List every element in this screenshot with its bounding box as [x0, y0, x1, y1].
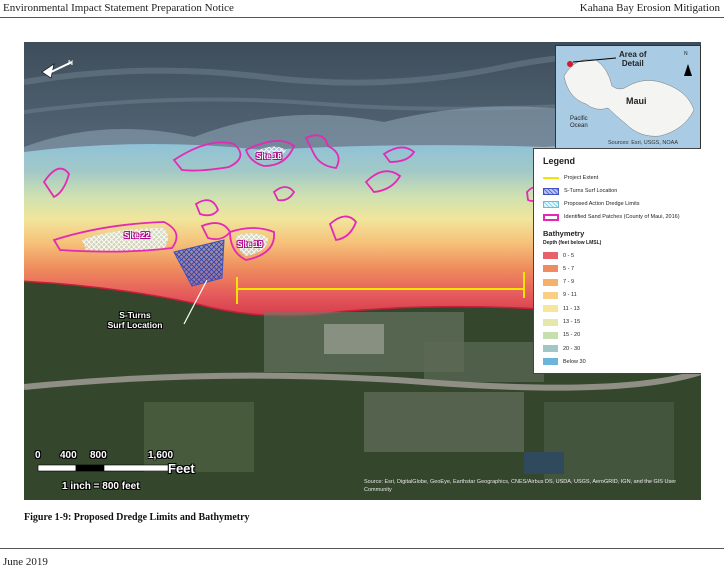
inset-ocean-label: Pacific Ocean — [570, 116, 588, 130]
depth-color-swatch — [543, 278, 558, 286]
depth-class-label: 7 - 9 — [563, 279, 575, 286]
figure-caption: Figure 1-9: Proposed Dredge Limits and B… — [24, 512, 250, 523]
depth-color-swatch — [543, 291, 558, 299]
depth-color-swatch — [543, 345, 558, 353]
legend-item-label: Project Extent — [564, 175, 599, 181]
legend-item-label: S-Turns Surf Location — [564, 188, 618, 194]
depth-class-label: 20 - 30 — [563, 345, 581, 352]
inset-island-label: Maui — [626, 96, 647, 106]
legend-item-dredge-limits: Proposed Action Dredge Limits — [543, 199, 698, 209]
scale-tick-400: 400 — [60, 450, 77, 461]
depth-color-swatch — [543, 331, 558, 339]
depth-class-label: 11 - 13 — [563, 305, 580, 312]
depth-class-label: 15 - 20 — [563, 332, 581, 339]
s-turns-callout: S-Turns Surf Location — [90, 310, 180, 330]
svg-text:N: N — [68, 60, 73, 67]
bathymetry-title: Bathymetry — [543, 229, 585, 238]
depth-class-row: 9 - 11 — [543, 291, 577, 300]
legend-panel: Legend Project Extent S-Turns Surf Locat… — [533, 148, 701, 374]
area-of-detail-line2: Detail — [621, 59, 644, 68]
sand-patches-swatch — [543, 213, 559, 221]
depth-class-row: Below 30 — [543, 357, 586, 366]
callout-line2: Surf Location — [107, 320, 163, 330]
scale-tick-0: 0 — [35, 450, 41, 461]
depth-color-swatch — [543, 252, 558, 259]
project-extent-swatch — [543, 177, 559, 179]
footer-rule — [0, 548, 724, 549]
depth-class-label: 13 - 15 — [563, 319, 581, 325]
legend-item-project-extent: Project Extent — [543, 173, 698, 183]
site-22-label: Site 22 — [124, 231, 150, 240]
map-credits: Source: Esri, DigitalGlobe, GeoEye, Eart… — [364, 479, 677, 493]
depth-class-row: 5 - 7 — [543, 264, 574, 273]
depth-color-swatch — [543, 318, 558, 326]
depth-class-row: 20 - 30 — [543, 344, 580, 353]
legend-item-label: Proposed Action Dredge Limits — [564, 201, 640, 207]
dredge-limits-swatch — [543, 200, 559, 208]
footer-date: June 2019 — [3, 556, 48, 568]
legend-item-sand-patches: Identified Sand Patches (County of Maui,… — [543, 212, 698, 222]
scale-tick-800: 800 — [90, 450, 107, 461]
area-of-detail-line1: Area of — [619, 50, 647, 59]
depth-class-label: 0 - 5 — [563, 252, 575, 259]
scale-ratio: 1 inch = 800 feet — [62, 481, 140, 492]
callout-line1: S-Turns — [119, 310, 151, 320]
scale-tick-1600: 1,600 — [148, 450, 174, 461]
depth-color-swatch — [543, 358, 558, 366]
header-rule — [0, 17, 724, 18]
scale-unit: Feet — [168, 461, 195, 476]
inset-ocean-line2: Ocean — [570, 123, 588, 129]
surf-location-swatch — [543, 187, 559, 195]
site-18-label: Site 18 — [256, 152, 282, 161]
inset-map: Area of Detail N Maui Pacific Ocean Sour… — [555, 45, 701, 151]
inset-north-label: N — [684, 51, 688, 57]
inset-ocean-line1: Pacific — [570, 116, 588, 122]
depth-class-label: 5 - 7 — [563, 265, 575, 272]
depth-color-swatch — [543, 265, 558, 273]
depth-class-label: Below 30 — [563, 358, 586, 365]
area-of-detail-label: Area of Detail — [619, 50, 647, 68]
site-19-label: Site 19 — [237, 240, 263, 249]
legend-item-label: Identified Sand Patches (County of Maui,… — [564, 214, 680, 220]
depth-class-row: 11 - 13 — [543, 304, 580, 313]
legend-title: Legend — [543, 156, 576, 166]
depth-class-row: 0 - 5 — [543, 251, 574, 260]
depth-class-row: 13 - 15 — [543, 318, 580, 327]
depth-class-row: 7 - 9 — [543, 278, 574, 287]
inset-sources: Sources: Esri, USGS, NOAA — [608, 140, 678, 146]
depth-class-label: 9 - 11 — [563, 292, 577, 299]
header-title: Environmental Impact Statement Preparati… — [3, 2, 234, 14]
legend-item-surf-location: S-Turns Surf Location — [543, 186, 698, 196]
depth-label: Depth (feet below LMSL) — [543, 240, 602, 246]
depth-class-row: 15 - 20 — [543, 331, 580, 340]
depth-color-swatch — [543, 305, 558, 313]
header-project: Kahana Bay Erosion Mitigation — [579, 2, 720, 14]
scale-bar — [37, 464, 177, 472]
map-frame: N Site 18 Site 22 Site 19 S-Turns Surf L… — [24, 42, 701, 500]
